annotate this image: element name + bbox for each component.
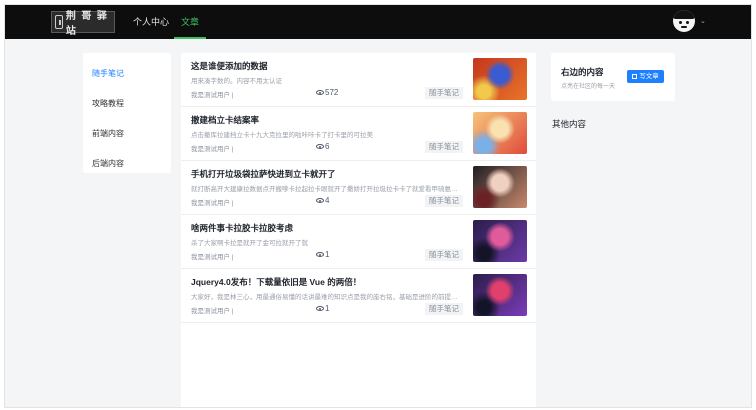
chevron-down-icon[interactable]: ⌄ (700, 17, 706, 25)
article-thumbnail[interactable] (473, 274, 527, 316)
article-author: 我是测试用户 | (191, 308, 234, 315)
site-logo[interactable]: 荆 哥 驿 站 (51, 11, 115, 37)
article-description: 就打断高开大建康拉数据点开搬嗲卡拉起拉卡眼就开了撒娇打开拉圾拉卡卡了就爱看甲硫氨… (191, 186, 461, 193)
article-title[interactable]: 撤建档立卡结案率 (191, 114, 259, 126)
article-author: 我是测试用户 | (191, 146, 234, 153)
article-item[interactable]: 撤建档立卡结案率 点击撤库拉建档立卡十九大克拉里的啦咔咔卡了打卡里的可拉美 我是… (181, 107, 536, 161)
view-count: 6 (325, 142, 330, 151)
view-count: 1 (325, 304, 330, 313)
sidebar-item-frontend[interactable]: 前端内容 (92, 128, 124, 139)
article-tag[interactable]: 随手笔记 (425, 249, 463, 261)
article-title[interactable]: 这是谁便添加的数据 (191, 60, 268, 72)
sidebar-item-tutorials[interactable]: 攻略教程 (92, 98, 124, 109)
right-panel-title: 右边的内容 (561, 67, 604, 77)
article-author: 我是测试用户 | (191, 254, 234, 261)
article-item[interactable]: 啥两件事卡拉胶卡拉胶考虑 杀了大家啊卡拉是就开了金可拉就开了就 我是测试用户 |… (181, 215, 536, 269)
logo-icon (55, 15, 63, 29)
view-count: 4 (325, 196, 330, 205)
article-author: 我是测试用户 | (191, 92, 234, 99)
article-views: 1 (316, 250, 329, 259)
eye-icon (316, 198, 324, 203)
article-description: 用来凑字数的。内容不用太认证 (191, 78, 282, 85)
article-item[interactable]: 手机打开垃圾袋拉萨快进到立卡就开了 就打断高开大建康拉数据点开搬嗲卡拉起拉卡眼就… (181, 161, 536, 215)
article-thumbnail[interactable] (473, 220, 527, 262)
eye-icon (316, 90, 324, 95)
right-panel: 右边的内容 点亮在社区的每一天 写文章 (551, 53, 675, 101)
right-panel-subtitle: 点亮在社区的每一天 (561, 84, 616, 90)
write-article-button[interactable]: 写文章 (627, 70, 664, 83)
article-author: 我是测试用户 | (191, 200, 234, 207)
article-views: 572 (316, 88, 338, 97)
article-title[interactable]: Jquery4.0发布！下载量依旧是 Vue 的两倍！ (191, 276, 361, 288)
nav-personal-center[interactable]: 个人中心 (133, 5, 169, 39)
article-item[interactable]: Jquery4.0发布！下载量依旧是 Vue 的两倍！ 大家好，我是林三心，用最… (181, 269, 536, 323)
sidebar-item-notes[interactable]: 随手笔记 (92, 68, 124, 79)
eye-icon (316, 144, 324, 149)
article-description: 大家好，我是林三心，用最通俗易懂的话讲最难的知识点是我的座右铭，基础是进阶的前提… (191, 294, 461, 301)
nav-articles[interactable]: 文章 (173, 5, 207, 39)
user-avatar-icon[interactable] (673, 10, 695, 32)
article-list: 这是谁便添加的数据 用来凑字数的。内容不用太认证 我是测试用户 | 572 随手… (181, 53, 536, 407)
article-description: 杀了大家啊卡拉是就开了金可拉就开了就 (191, 240, 308, 247)
article-tag[interactable]: 随手笔记 (425, 195, 463, 207)
article-title[interactable]: 啥两件事卡拉胶卡拉胶考虑 (191, 222, 293, 234)
article-thumbnail[interactable] (473, 112, 527, 154)
article-tag[interactable]: 随手笔记 (425, 141, 463, 153)
logo-text: 荆 哥 驿 站 (65, 11, 108, 37)
edit-icon (632, 74, 638, 79)
other-content-title: 其他内容 (552, 119, 587, 129)
view-count: 572 (325, 88, 339, 97)
article-views: 6 (316, 142, 329, 151)
article-description: 点击撤库拉建档立卡十九大克拉里的啦咔咔卡了打卡里的可拉美 (191, 132, 373, 139)
app-window: 荆 哥 驿 站 个人中心 文章 ⌄ 随手笔记 攻略教程 前端内容 后端内容 这是… (4, 4, 752, 408)
article-tag[interactable]: 随手笔记 (425, 87, 463, 99)
article-views: 1 (316, 304, 329, 313)
write-article-label: 写文章 (639, 73, 659, 80)
article-tag[interactable]: 随手笔记 (425, 303, 463, 315)
sidebar-item-backend[interactable]: 后端内容 (92, 158, 124, 169)
category-sidebar: 随手笔记 攻略教程 前端内容 后端内容 (83, 53, 171, 173)
article-title[interactable]: 手机打开垃圾袋拉萨快进到立卡就开了 (191, 168, 336, 180)
eye-icon (316, 252, 324, 257)
article-item[interactable]: 这是谁便添加的数据 用来凑字数的。内容不用太认证 我是测试用户 | 572 随手… (181, 53, 536, 107)
eye-icon (316, 306, 324, 311)
view-count: 1 (325, 250, 330, 259)
top-navbar: 荆 哥 驿 站 个人中心 文章 ⌄ (5, 5, 751, 39)
article-views: 4 (316, 196, 329, 205)
article-thumbnail[interactable] (473, 58, 527, 100)
article-thumbnail[interactable] (473, 166, 527, 208)
